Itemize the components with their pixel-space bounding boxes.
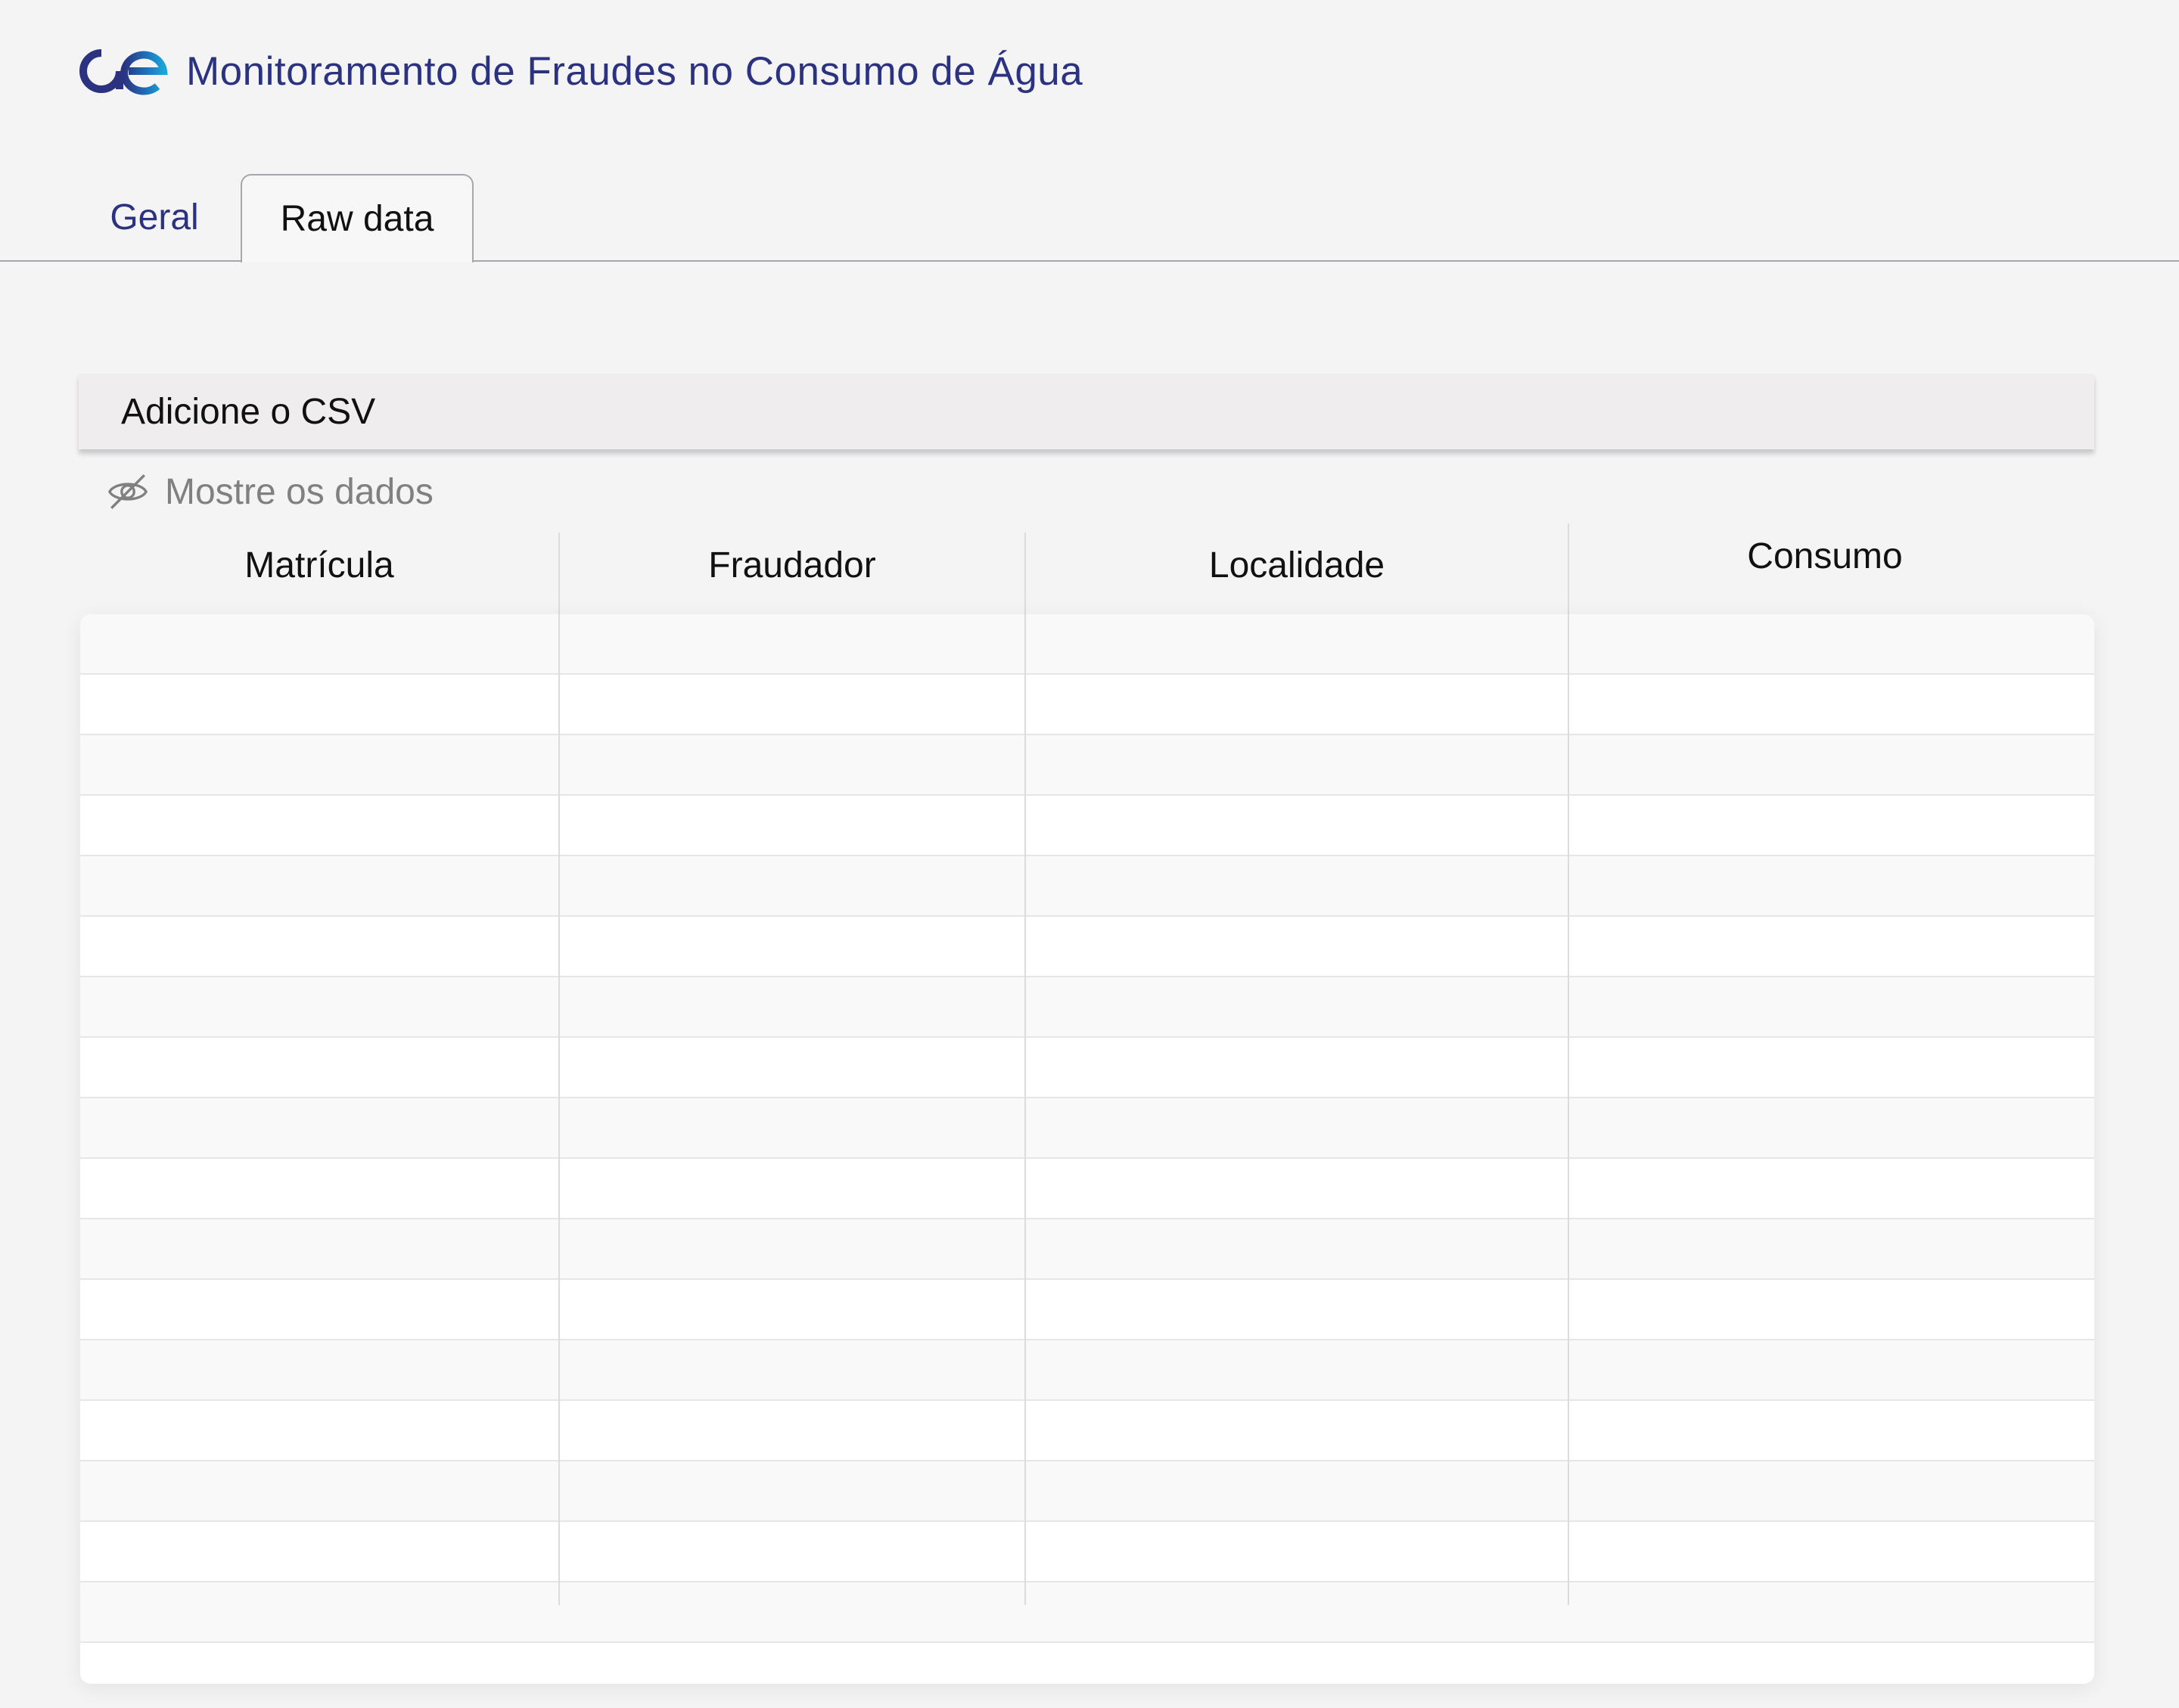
column-header-localidade[interactable]: Localidade	[1026, 539, 1568, 592]
table-row[interactable]	[80, 1340, 2094, 1401]
table-row[interactable]	[80, 1522, 2094, 1582]
csv-upload-label: Adicione o CSV	[121, 391, 376, 432]
table-row[interactable]	[80, 917, 2094, 977]
csv-upload-expander[interactable]: Adicione o CSV	[79, 374, 2094, 449]
table-row[interactable]	[80, 1401, 2094, 1461]
app-header: Monitoramento de Fraudes no Consumo de Á…	[79, 41, 1083, 101]
column-divider[interactable]	[1568, 523, 1569, 614]
table-row[interactable]	[80, 735, 2094, 796]
column-divider[interactable]	[558, 533, 560, 614]
tab-bar: Geral Raw data	[0, 174, 2179, 262]
show-data-label: Mostre os dados	[165, 471, 434, 512]
brand-logo-icon	[79, 49, 168, 95]
app-title: Monitoramento de Fraudes no Consumo de Á…	[186, 48, 1083, 94]
column-header-consumo[interactable]: Consumo	[1569, 529, 2081, 582]
table-row[interactable]	[80, 1038, 2094, 1098]
column-divider[interactable]	[1024, 614, 1026, 1605]
show-data-toggle[interactable]: Mostre os dados	[106, 467, 434, 516]
tab-raw-data[interactable]: Raw data	[241, 174, 474, 262]
data-table[interactable]	[80, 614, 2094, 1684]
column-divider[interactable]	[1024, 533, 1026, 614]
table-row[interactable]	[80, 977, 2094, 1038]
column-divider[interactable]	[558, 614, 560, 1605]
table-row[interactable]	[80, 1098, 2094, 1159]
column-header-matricula[interactable]: Matrícula	[80, 539, 558, 592]
table-row[interactable]	[80, 1219, 2094, 1280]
table-row[interactable]	[80, 1582, 2094, 1643]
table-row[interactable]	[80, 675, 2094, 735]
table-row[interactable]	[80, 856, 2094, 917]
table-row[interactable]	[80, 1280, 2094, 1340]
table-row[interactable]	[80, 1461, 2094, 1522]
column-divider[interactable]	[1568, 614, 1569, 1605]
table-row[interactable]	[80, 1159, 2094, 1219]
eye-off-icon	[107, 474, 148, 509]
tab-geral[interactable]: Geral	[79, 174, 230, 260]
table-row[interactable]	[80, 614, 2094, 675]
table-row[interactable]	[80, 796, 2094, 856]
column-header-fraudador[interactable]: Fraudador	[560, 539, 1024, 592]
